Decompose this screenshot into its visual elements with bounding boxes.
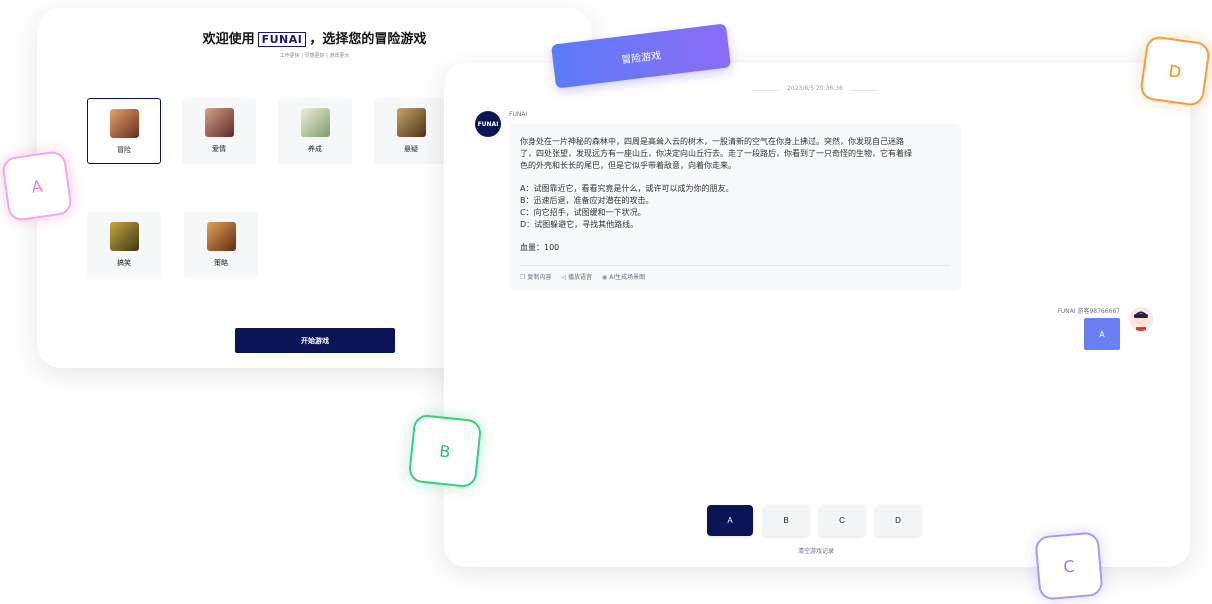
- ai-avatar-text: FUNAI: [477, 120, 499, 128]
- mystery-image: [396, 108, 426, 137]
- chat-card: 2023/6/5 20:36:36 FUNAI FUNAI 你身处在一片神秘的森…: [444, 63, 1190, 567]
- option-line: C：向它招手，试图缓和一下状况。: [520, 208, 646, 217]
- timestamp-row: 2023/6/5 20:36:36: [752, 85, 878, 95]
- float-badge-a: A: [0, 149, 74, 223]
- copy-content-button[interactable]: ❐ 复制内容: [520, 272, 551, 281]
- float-badge-c: C: [1034, 531, 1104, 601]
- genre-card-strategy[interactable]: 策略: [184, 212, 258, 278]
- divider-line: [752, 90, 780, 91]
- generate-scene-button[interactable]: ◉ AI生成场景图: [602, 272, 645, 281]
- choice-b-button[interactable]: B: [763, 505, 809, 536]
- eye-icon: ◉: [602, 274, 608, 281]
- welcome-subtitle: 工作更快 | 灵感更好 | 游戏更大: [279, 53, 350, 59]
- timestamp: 2023/6/5 20:36:36: [787, 85, 843, 92]
- choice-c-button[interactable]: C: [819, 505, 865, 536]
- divider: [520, 265, 950, 266]
- genre-card-nurture[interactable]: 养成: [278, 98, 352, 164]
- genre-label: 策略: [214, 259, 228, 267]
- hp-line: 血量：100: [520, 243, 560, 252]
- message-line: 了，四处张望，发现远方有一座山丘，你决定向山丘行去。走了一段路后，你看到了一只奇…: [520, 149, 912, 158]
- user-avatar: [1129, 307, 1153, 331]
- speaker-icon: ◁: [561, 274, 567, 281]
- message-line: 你身处在一片神秘的森林中，四周是高耸入云的树木，一股清新的空气在你身上拂过。突然…: [520, 137, 904, 146]
- strategy-image: [206, 222, 236, 251]
- user-reply-bubble: A: [1084, 318, 1120, 350]
- action-label: 播放语音: [568, 274, 593, 281]
- ai-avatar: FUNAI: [475, 111, 501, 137]
- action-label: AI生成场景图: [609, 274, 646, 281]
- float-badge-b: B: [407, 413, 483, 489]
- user-avatar-icon: [1129, 307, 1153, 331]
- genre-label: 冒险: [117, 146, 131, 154]
- genre-label: 爱情: [212, 145, 226, 153]
- option-line: D：试图躲避它，寻找其他路线。: [520, 220, 639, 229]
- title-suffix: ，选择您的冒险游戏: [309, 32, 427, 47]
- genre-card-adventure[interactable]: 冒险: [87, 98, 161, 164]
- title-prefix: 欢迎使用: [202, 32, 255, 47]
- start-game-button[interactable]: 开始游戏: [235, 328, 395, 353]
- genre-card-comedy[interactable]: 搞笑: [87, 212, 161, 278]
- message-line: 色的外壳和长长的尾巴，但是它似乎带着敌意，向着你走来。: [520, 161, 736, 170]
- brand-logo: FUNAI: [257, 32, 307, 47]
- genre-label: 养成: [308, 145, 322, 153]
- ai-name: FUNAI: [509, 111, 528, 118]
- choice-a-button[interactable]: A: [707, 505, 753, 536]
- adventure-image: [109, 109, 139, 138]
- genre-card-mystery[interactable]: 悬疑: [374, 98, 448, 164]
- option-line: A：试图靠近它，看看究竟是什么，或许可以成为你的朋友。: [520, 184, 734, 193]
- choice-d-button[interactable]: D: [875, 505, 921, 536]
- nurture-image: [300, 108, 330, 137]
- float-badge-d: D: [1138, 34, 1212, 108]
- ai-message-bubble: 你身处在一片神秘的森林中，四周是高耸入云的树木，一股清新的空气在你身上拂过。突然…: [509, 124, 961, 290]
- message-actions: ❐ 复制内容 ◁ 播放语音 ◉ AI生成场景图: [520, 272, 645, 281]
- divider-line: [850, 90, 878, 91]
- genre-card-romance[interactable]: 爱情: [182, 98, 256, 164]
- genre-label: 搞笑: [117, 259, 131, 267]
- clear-history-link[interactable]: 清空游戏记录: [784, 546, 848, 555]
- genre-label: 悬疑: [404, 145, 418, 153]
- action-label: 复制内容: [527, 274, 552, 281]
- copy-icon: ❐: [520, 274, 526, 281]
- play-voice-button[interactable]: ◁ 播放语音: [561, 272, 592, 281]
- user-name: FUNAI 游客98766667: [1057, 308, 1120, 315]
- option-line: B：迅速后退，准备应对潜在的攻击。: [520, 196, 654, 205]
- comedy-image: [109, 222, 139, 251]
- romance-image: [204, 108, 234, 137]
- welcome-title: 欢迎使用 FUNAI ，选择您的冒险游戏: [37, 28, 592, 47]
